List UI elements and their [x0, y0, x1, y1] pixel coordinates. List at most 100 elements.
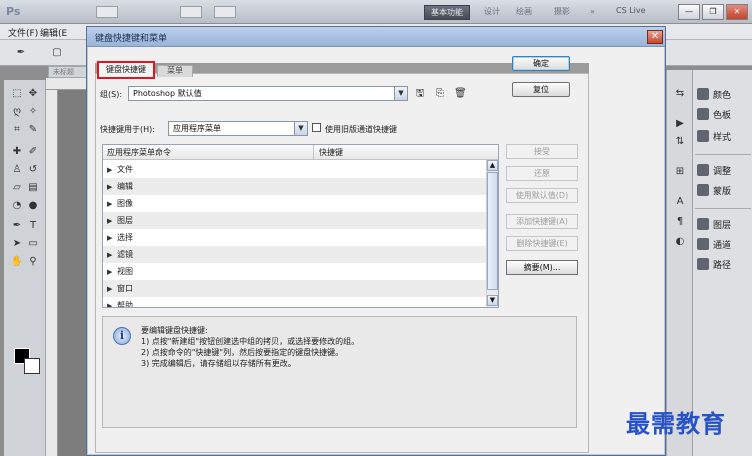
character-panel-icon[interactable]: A	[673, 196, 687, 208]
table-scrollbar[interactable]: ▲ ▼	[486, 160, 498, 307]
dodge-tool-icon[interactable]: ●	[26, 200, 40, 212]
history-brush-tool-icon[interactable]: ↺	[26, 164, 40, 176]
paragraph-panel-icon[interactable]: ¶	[673, 216, 687, 228]
workspace-design[interactable]: 设计	[478, 5, 506, 20]
clone-stamp-tool-icon[interactable]: ♙	[10, 164, 24, 176]
info-panel-icon[interactable]: ⇅	[673, 136, 687, 148]
undo-button[interactable]: 还原	[506, 166, 578, 181]
panel-adjustments[interactable]: 调整	[697, 162, 752, 178]
panel-styles[interactable]: 样式	[697, 128, 752, 144]
expand-triangle-icon[interactable]: ▶	[107, 213, 117, 230]
arrange-documents-icon[interactable]	[214, 6, 236, 18]
workspace-painting[interactable]: 绘画	[510, 5, 538, 20]
delete-shortcut-button[interactable]: 删除快捷键(E)	[506, 236, 578, 251]
expand-triangle-icon[interactable]: ▶	[107, 247, 117, 264]
marquee-tool-icon[interactable]: ⬚	[10, 88, 24, 100]
expand-triangle-icon[interactable]: ▶	[107, 298, 117, 307]
panel-masks[interactable]: 蒙版	[697, 182, 752, 198]
expand-triangle-icon[interactable]: ▶	[107, 162, 117, 179]
path-selection-tool-icon[interactable]: ➤	[10, 238, 24, 250]
toolbox: ⬚ ✥ ღ ✧ ⌗ ✎ ✚ ✐ ♙ ↺ ▱ ▤ ◔ ● ✒ T ➤ ▭ ✋ ⚲	[4, 80, 46, 456]
use-default-button[interactable]: 使用默认值(D)	[506, 188, 578, 203]
rectangle-tool-icon[interactable]: ▭	[26, 238, 40, 250]
magic-wand-tool-icon[interactable]: ✧	[26, 106, 40, 118]
expand-triangle-icon[interactable]: ▶	[107, 281, 117, 298]
chevron-down-icon[interactable]: ▼	[294, 122, 307, 135]
dialog-titlebar[interactable]: 键盘快捷键和菜单 ✕	[87, 27, 665, 47]
reset-button[interactable]: 复位	[512, 82, 570, 97]
shortcuts-for-select[interactable]: 应用程序菜单 ▼	[168, 121, 308, 136]
table-row[interactable]: ▶ 窗口	[103, 280, 486, 297]
tab-menus[interactable]: 菜单	[157, 65, 193, 77]
add-shortcut-button[interactable]: 添加快捷键(A)	[506, 214, 578, 229]
blur-tool-icon[interactable]: ◔	[10, 200, 24, 212]
3d-panel-icon[interactable]: ◐	[673, 236, 687, 248]
history-panel-icon[interactable]: ⇆	[673, 88, 687, 100]
shape-mode-icon[interactable]: ▢	[50, 47, 64, 59]
gradient-tool-icon[interactable]: ▤	[26, 182, 40, 194]
move-tool-icon[interactable]: ✥	[26, 88, 40, 100]
table-row[interactable]: ▶ 选择	[103, 229, 486, 246]
table-row[interactable]: ▶ 文件	[103, 161, 486, 178]
zoom-tool-icon[interactable]: ⚲	[26, 256, 40, 268]
table-row[interactable]: ▶ 图像	[103, 195, 486, 212]
table-row[interactable]: ▶ 视图	[103, 263, 486, 280]
menu-file[interactable]: 文件(F)	[8, 26, 38, 39]
panel-color[interactable]: 颜色	[697, 86, 752, 102]
type-tool-icon[interactable]: T	[26, 220, 40, 232]
tab-keyboard-shortcuts[interactable]: 键盘快捷键	[97, 61, 155, 79]
close-window-icon[interactable]: ✕	[726, 4, 748, 20]
scroll-down-icon[interactable]: ▼	[487, 295, 498, 306]
panel-swatches[interactable]: 色板	[697, 106, 752, 122]
launch-bridge-icon[interactable]	[96, 6, 118, 18]
column-header-shortcut[interactable]: 快捷键	[319, 147, 343, 158]
eyedropper-tool-icon[interactable]: ✎	[26, 124, 40, 136]
accept-button[interactable]: 接受	[506, 144, 578, 159]
scroll-thumb[interactable]	[487, 172, 498, 290]
minimize-icon[interactable]: —	[678, 4, 700, 20]
lasso-tool-icon[interactable]: ღ	[10, 106, 24, 118]
background-color-swatch[interactable]	[24, 358, 40, 374]
expand-triangle-icon[interactable]: ▶	[107, 230, 117, 247]
eraser-tool-icon[interactable]: ▱	[10, 182, 24, 194]
summarize-button[interactable]: 摘要(M)...	[506, 260, 578, 275]
brush-tool-icon[interactable]: ✐	[26, 146, 40, 158]
expand-triangle-icon[interactable]: ▶	[107, 264, 117, 281]
column-divider	[313, 145, 314, 160]
table-row[interactable]: ▶ 滤镜	[103, 246, 486, 263]
navigator-panel-icon[interactable]: ⊞	[673, 166, 687, 178]
restore-icon[interactable]: ❐	[702, 4, 724, 20]
expand-triangle-icon[interactable]: ▶	[107, 179, 117, 196]
hand-tool-icon[interactable]: ✋	[10, 256, 24, 268]
ok-button[interactable]: 确定	[512, 56, 570, 71]
panel-paths[interactable]: 路径	[697, 256, 752, 272]
menu-edit[interactable]: 编辑(E	[40, 26, 67, 39]
workspace-photography[interactable]: 摄影	[548, 5, 576, 20]
chevron-down-icon[interactable]: ▼	[394, 87, 407, 100]
pen-tool-icon[interactable]: ✒	[10, 220, 24, 232]
set-select[interactable]: Photoshop 默认值 ▼	[128, 86, 408, 101]
scroll-up-icon[interactable]: ▲	[487, 160, 498, 171]
healing-brush-tool-icon[interactable]: ✚	[10, 146, 24, 158]
expand-triangle-icon[interactable]: ▶	[107, 196, 117, 213]
table-row[interactable]: ▶ 图层	[103, 212, 486, 229]
legacy-channel-shortcuts-checkbox[interactable]	[312, 123, 321, 132]
pen-tool-icon[interactable]: ✒	[14, 47, 28, 59]
new-set-icon[interactable]: ⎘	[434, 88, 446, 100]
shortcuts-for-value: 应用程序菜单	[173, 124, 221, 133]
actions-panel-icon[interactable]: ▶	[673, 118, 687, 130]
table-row[interactable]: ▶ 编辑	[103, 178, 486, 195]
cs-live-button[interactable]: CS Live	[616, 6, 646, 15]
table-row[interactable]: ▶ 帮助	[103, 297, 486, 307]
delete-set-icon[interactable]: 🗑	[454, 88, 467, 100]
save-set-icon[interactable]: 🖫	[414, 88, 426, 100]
panel-layers[interactable]: 图层	[697, 216, 752, 232]
crop-tool-icon[interactable]: ⌗	[10, 124, 24, 136]
workspace-more[interactable]: »	[584, 5, 601, 20]
view-extras-icon[interactable]	[180, 6, 202, 18]
panel-channels[interactable]: 通道	[697, 236, 752, 252]
column-header-command[interactable]: 应用程序菜单命令	[107, 147, 171, 158]
workspace-essentials[interactable]: 基本功能	[424, 5, 470, 20]
document-tab[interactable]: 未标题	[48, 66, 88, 78]
dialog-close-icon[interactable]: ✕	[647, 30, 663, 44]
